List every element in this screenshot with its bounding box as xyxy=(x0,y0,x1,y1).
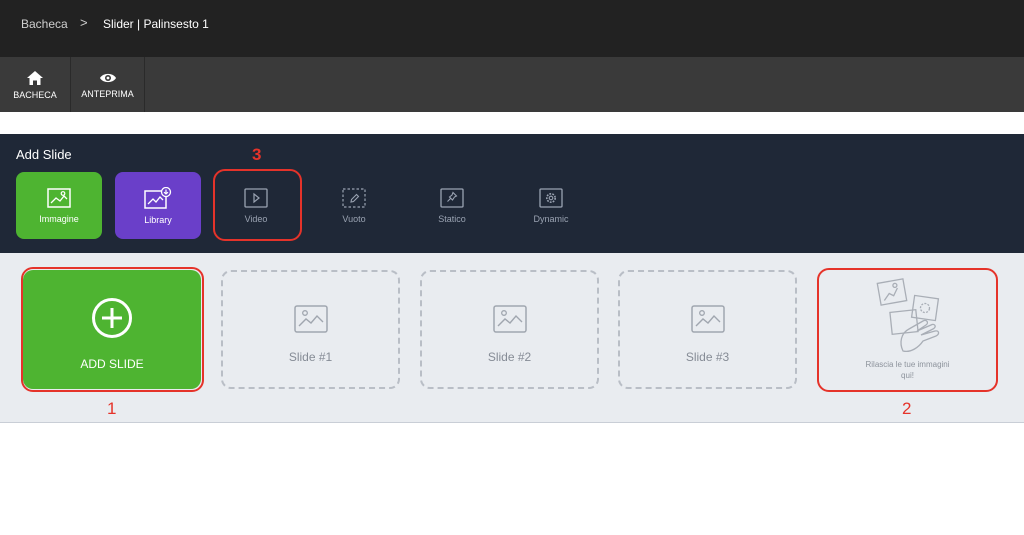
breadcrumb: Bacheca > Slider | Palinsesto 1 xyxy=(0,0,1024,57)
slide-card[interactable]: Slide #3 xyxy=(618,270,797,389)
breadcrumb-separator: > xyxy=(80,15,88,30)
slide-card[interactable]: Slide #2 xyxy=(420,270,599,389)
bacheca-label: BACHECA xyxy=(13,89,57,100)
slide-label: Slide #2 xyxy=(487,350,532,364)
image-placeholder-icon xyxy=(690,305,725,333)
home-icon xyxy=(27,70,43,85)
library-label: Library xyxy=(144,214,172,225)
breadcrumb-current: Slider | Palinsesto 1 xyxy=(103,17,209,31)
slide-label: Slide #3 xyxy=(685,350,730,364)
immagine-label: Immagine xyxy=(39,213,79,224)
annotation-number-1: 1 xyxy=(107,399,117,418)
image-placeholder-icon xyxy=(492,305,527,333)
pencil-icon xyxy=(342,187,366,208)
breadcrumb-home-link[interactable]: Bacheca xyxy=(21,17,68,31)
annotation-box-3 xyxy=(213,169,302,241)
vuoto-button[interactable]: Vuoto xyxy=(311,172,397,239)
anteprima-button[interactable]: ANTEPRIMA xyxy=(71,57,145,112)
gear-icon xyxy=(539,187,563,208)
annotation-box-2 xyxy=(817,268,998,392)
image-placeholder-icon xyxy=(293,305,328,333)
library-button[interactable]: Library xyxy=(115,172,201,239)
toolbar: BACHECA ANTEPRIMA xyxy=(0,57,1024,112)
eye-icon xyxy=(99,73,116,82)
add-slide-panel: Add Slide Immagine Library Video Vuoto S… xyxy=(0,134,1024,253)
pin-icon xyxy=(440,187,464,208)
annotation-number-3: 3 xyxy=(252,145,262,164)
anteprima-label: ANTEPRIMA xyxy=(81,88,134,99)
immagine-button[interactable]: Immagine xyxy=(16,172,102,239)
statico-label: Statico xyxy=(438,213,466,224)
annotation-number-2: 2 xyxy=(902,399,912,418)
dynamic-button[interactable]: Dynamic xyxy=(508,172,594,239)
bacheca-button[interactable]: BACHECA xyxy=(0,57,71,112)
statico-button[interactable]: Statico xyxy=(409,172,495,239)
vuoto-label: Vuoto xyxy=(342,213,366,224)
image-icon xyxy=(47,187,71,208)
dynamic-label: Dynamic xyxy=(533,213,569,224)
panel-title: Add Slide xyxy=(16,147,72,162)
library-icon xyxy=(144,186,172,209)
slide-card[interactable]: Slide #1 xyxy=(221,270,400,389)
slide-label: Slide #1 xyxy=(288,350,333,364)
annotation-box-1 xyxy=(21,267,204,392)
